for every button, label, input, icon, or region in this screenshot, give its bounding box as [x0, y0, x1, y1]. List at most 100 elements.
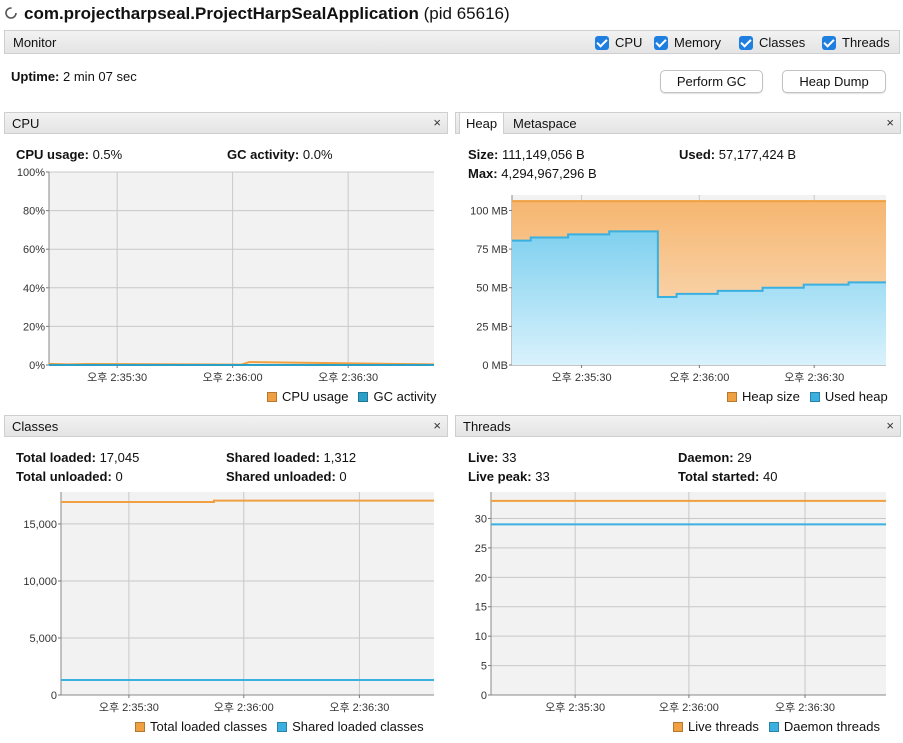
checkbox-checked-icon[interactable] [822, 35, 836, 50]
memory-panel-header: Heap Metaspace × [455, 112, 901, 134]
uptime: Uptime: 2 min 07 sec [11, 69, 137, 84]
title-bar: com.projectharpseal.ProjectHarpSealAppli… [0, 0, 903, 28]
legend-label: Heap size [742, 389, 800, 404]
y-tick-label: 100 MB [470, 205, 508, 217]
y-tick-label: 80% [23, 206, 45, 218]
tab-metaspace[interactable]: Metaspace [513, 116, 577, 131]
x-tick-label: 오후 2:35:30 [87, 371, 147, 384]
cpu-checkbox[interactable]: CPU [595, 35, 642, 50]
y-tick-label: 20% [23, 321, 45, 333]
stat-value: 1,312 [323, 450, 357, 465]
close-icon[interactable]: × [886, 418, 894, 433]
x-tick-label: 오후 2:36:00 [669, 371, 729, 384]
cpu-checkbox-label: CPU [615, 35, 643, 50]
heap-used-stat: Used: 57,177,424 B [679, 147, 796, 162]
legend-swatch [358, 391, 369, 402]
stat-value: 4,294,967,296 B [501, 166, 597, 181]
legend-label: Shared loaded classes [292, 719, 424, 734]
checkbox-checked-icon[interactable] [739, 35, 753, 50]
x-tick-label: 오후 2:36:00 [659, 701, 719, 714]
legend-swatch [727, 391, 737, 402]
cpu-chart: 100% 80% 60% 40% 20% 0% 오후 2:35:30 오후 2:36:00 오후… [17, 167, 435, 384]
heap-size-stat: Size: 111,149,056 B [468, 147, 585, 162]
stat-label: Live: [468, 450, 499, 465]
stat-value: 111,149,056 B [501, 147, 585, 162]
legend-label: CPU usage [282, 389, 349, 404]
legend-label: GC activity [373, 389, 437, 404]
y-tick-label: 60% [23, 244, 45, 256]
heap-chart: 100 MB 75 MB 50 MB 25 MB 0 MB 오후 2:35:30 오후 2:… [470, 195, 886, 384]
y-tick-label: 5,000 [29, 633, 57, 645]
y-tick-label: 5 [481, 661, 487, 673]
perform-gc-button[interactable]: Perform GC [660, 70, 763, 93]
legend-swatch [267, 391, 277, 402]
heap-max-stat: Max: 4,294,967,296 B [468, 166, 597, 181]
cpu-legend: CPU usage GC activity [267, 389, 436, 404]
threads-checkbox[interactable]: Threads [822, 35, 890, 50]
stat-label: Size: [468, 147, 499, 162]
threads-checkbox-label: Threads [842, 35, 890, 50]
y-tick-label: 10,000 [23, 576, 57, 588]
close-icon[interactable]: × [886, 115, 894, 130]
stat-label: Used: [679, 147, 716, 162]
legend-label: Total loaded classes [150, 719, 268, 734]
x-tick-label: 오후 2:35:30 [552, 371, 612, 384]
stat-label: Total unloaded: [16, 469, 112, 484]
classes-panel-header: Classes × [4, 415, 448, 437]
heap-legend: Heap size Used heap [727, 389, 888, 404]
stat-label: CPU usage: [16, 147, 89, 162]
stat-value: 29 [737, 450, 752, 465]
loading-spinner-icon [5, 7, 17, 19]
legend-label: Daemon threads [783, 719, 880, 734]
stat-value: 33 [501, 450, 517, 465]
classes-chart: 15,000 10,000 5,000 0 오후 2:35:30 오후 2:36:00 오후… [23, 492, 434, 714]
classes-checkbox[interactable]: Classes [739, 35, 805, 50]
stat-value: 40 [763, 469, 778, 484]
checkbox-checked-icon[interactable] [595, 35, 609, 50]
classes-panel-title: Classes [12, 419, 59, 434]
monitor-bar: Monitor CPU Memory Classes Threads [4, 30, 900, 54]
stat-value: 0.0% [302, 147, 333, 162]
memory-checkbox[interactable]: Memory [654, 35, 721, 50]
stat-label: Live peak: [468, 469, 532, 484]
x-tick-label: 오후 2:36:30 [775, 701, 835, 714]
checkbox-checked-icon[interactable] [654, 35, 668, 50]
x-tick-label: 오후 2:36:30 [318, 371, 378, 384]
heap-dump-button[interactable]: Heap Dump [782, 70, 886, 93]
cpu-usage-stat: CPU usage: 0.5% [16, 147, 122, 162]
threads-legend: Live threads Daemon threads [673, 719, 880, 734]
y-tick-label: 75 MB [476, 244, 508, 256]
y-tick-label: 0 [481, 690, 487, 702]
stat-value: 33 [535, 469, 550, 484]
y-tick-label: 10 [475, 631, 487, 643]
classes-legend: Total loaded classes Shared loaded class… [135, 719, 424, 734]
stat-value: 0.5% [92, 147, 123, 162]
close-icon[interactable]: × [433, 418, 441, 433]
stat-value: 0 [339, 469, 347, 484]
y-tick-label: 0 MB [482, 360, 508, 372]
stat-label: Shared unloaded: [226, 469, 336, 484]
y-tick-label: 40% [23, 283, 45, 295]
close-icon[interactable]: × [433, 115, 441, 130]
uptime-label: Uptime: [11, 69, 60, 84]
y-tick-label: 0% [29, 360, 45, 372]
x-tick-label: 오후 2:36:00 [203, 371, 263, 384]
x-tick-label: 오후 2:36:30 [329, 701, 389, 714]
stat-label: Daemon: [678, 450, 734, 465]
legend-swatch [809, 391, 820, 402]
threads-chart: 30 25 20 15 10 5 0 오후 2:35:30 오후 2:36:00 오후 2:36:… [475, 492, 886, 714]
total-unloaded-stat: Total unloaded: 0 [16, 469, 123, 484]
y-tick-label: 25 [475, 543, 487, 555]
tab-heap[interactable]: Heap [459, 113, 505, 134]
y-tick-label: 50 MB [476, 283, 508, 295]
legend-swatch [277, 721, 288, 732]
plot-area [49, 172, 434, 365]
threads-panel-header: Threads × [455, 415, 901, 437]
legend-swatch [135, 721, 145, 732]
stat-label: Total loaded: [16, 450, 96, 465]
live-peak-stat: Live peak: 33 [468, 469, 550, 484]
daemon-threads-stat: Daemon: 29 [678, 450, 752, 465]
legend-label: Used heap [824, 389, 888, 404]
y-tick-label: 100% [17, 167, 45, 179]
y-tick-label: 15,000 [23, 519, 57, 531]
